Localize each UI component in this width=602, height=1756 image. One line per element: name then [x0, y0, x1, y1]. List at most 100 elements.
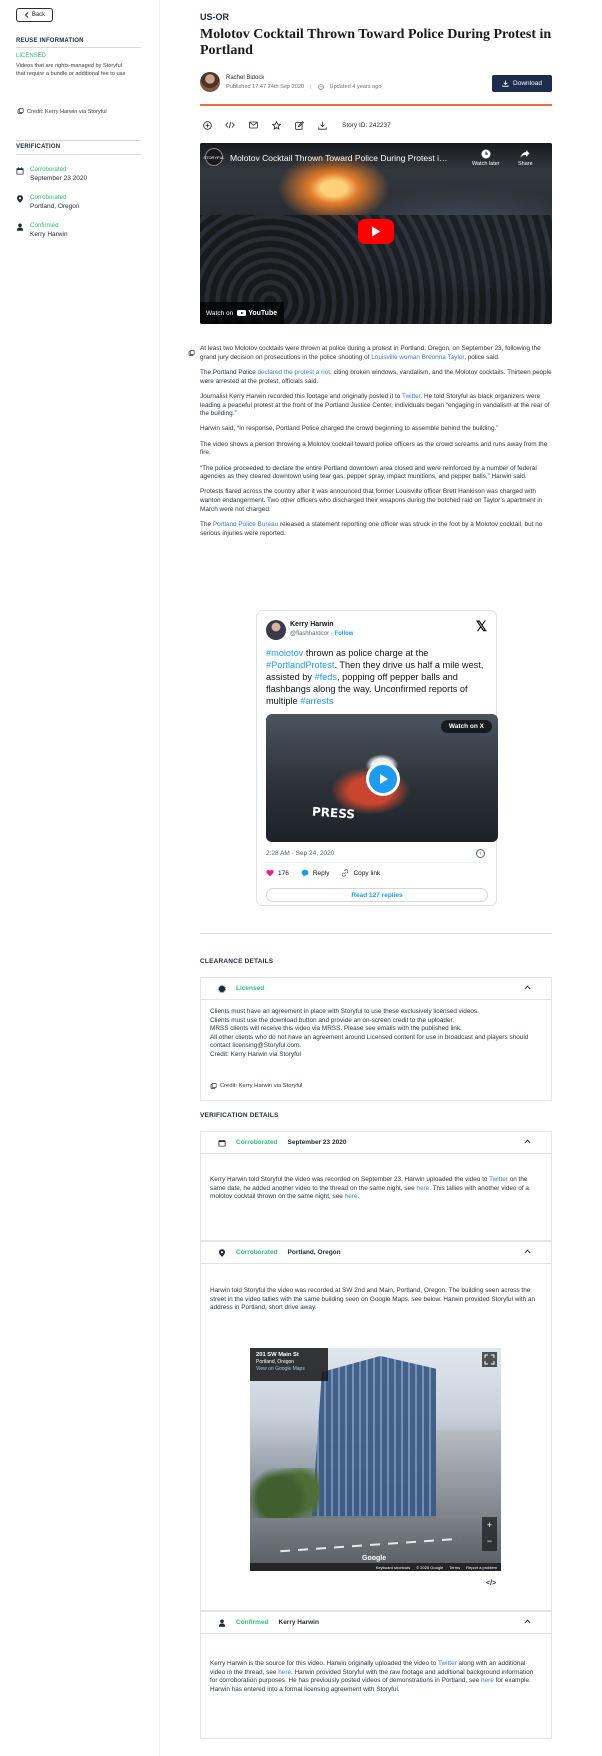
chevron-up-icon[interactable]: [524, 1619, 531, 1624]
map-copyright: © 2025 Google: [416, 1564, 444, 1570]
date-panel-header[interactable]: Corroborated September 23 2020: [201, 1132, 551, 1154]
tweet-author-name[interactable]: Kerry Harwin: [290, 621, 334, 628]
zoom-in-button[interactable]: +: [482, 1517, 497, 1533]
credit-text: Credit: Kerry Harwin via Storyful: [27, 108, 107, 115]
clearance-panel-header[interactable]: Licensed: [201, 978, 551, 1000]
person-icon: [218, 1619, 226, 1627]
here-link[interactable]: here: [481, 1677, 494, 1684]
tweet-text: #molotov thrown as police charge at the …: [266, 647, 488, 707]
watch-later-button[interactable]: Watch later: [472, 149, 500, 167]
back-button[interactable]: Back: [16, 8, 53, 22]
play-button[interactable]: [358, 219, 394, 244]
hashtag-link[interactable]: #PortlandProtest: [266, 660, 334, 670]
map-city: Portland, Oregon: [256, 1359, 295, 1365]
source-panel-header[interactable]: Confirmed Kerry Harwin: [201, 1612, 551, 1634]
report-problem-link[interactable]: Report a problem: [466, 1565, 497, 1570]
download-tray-icon: [317, 121, 327, 130]
chevron-left-icon: [24, 12, 29, 18]
updated-date: Updated 4 years ago: [329, 84, 382, 90]
here-link[interactable]: here: [416, 1185, 429, 1192]
download-icon-button[interactable]: [315, 119, 329, 131]
body-paragraph: Journalist Kerry Harwin recorded this fo…: [200, 393, 552, 419]
twitter-link[interactable]: Twitter: [489, 1176, 508, 1183]
text-run: Journalist Kerry Harwin recorded this fo…: [200, 392, 403, 400]
hashtag-link[interactable]: #arrests: [300, 696, 333, 706]
location-panel-header[interactable]: Corroborated Portland, Oregon: [201, 1242, 551, 1264]
body-paragraph: The Portland Police Bureau released a st…: [200, 521, 552, 538]
verification-value: September 23 2020: [287, 1139, 347, 1146]
text-run: The Portland Police: [200, 368, 258, 376]
copy-link-button[interactable]: Copy link: [341, 869, 380, 877]
here-link[interactable]: here: [278, 1669, 291, 1676]
share-arrow-icon: [520, 150, 530, 158]
embed-code-button[interactable]: </>: [486, 1580, 496, 1587]
portland-police-bureau-link[interactable]: Portland Police Bureau: [213, 521, 278, 528]
hashtag-link[interactable]: #molotov: [266, 648, 303, 658]
fullscreen-button[interactable]: [482, 1352, 497, 1367]
channel-logo[interactable]: STORYFUL: [203, 148, 225, 166]
published-date: Published 17:47 24th Sep 2020: [226, 84, 305, 90]
embed-button[interactable]: [223, 119, 237, 131]
chevron-up-icon[interactable]: [524, 1139, 531, 1144]
verification-status: Confirmed: [30, 222, 59, 229]
zoom-out-button[interactable]: −: [482, 1533, 497, 1549]
email-button[interactable]: [246, 119, 260, 131]
tweet-handle[interactable]: @flashhardcor: [290, 631, 329, 637]
read-replies-button[interactable]: Read 127 replies: [266, 888, 488, 902]
license-status: Licensed: [236, 985, 265, 992]
view-on-google-maps-link[interactable]: View on Google Maps: [256, 1366, 305, 1372]
hashtag-link[interactable]: #feds: [315, 672, 337, 682]
google-street-view[interactable]: 201 SW Main St Portland, Oregon View on …: [250, 1348, 501, 1571]
credit-text: Credit: Kerry Harwin via Storyful: [220, 1083, 303, 1089]
breonna-taylor-link[interactable]: Louisville woman Breonna Taylor: [371, 354, 464, 361]
download-button[interactable]: Download: [492, 75, 552, 92]
expand-icon: [484, 1354, 495, 1365]
twitter-link[interactable]: Twitter: [438, 1660, 457, 1667]
zoom-controls[interactable]: + −: [482, 1517, 497, 1551]
location-verification-text: Harwin told Storyful the video was recor…: [210, 1287, 536, 1312]
tweet-video[interactable]: PRESS Watch on X: [266, 714, 498, 842]
reply-label: Reply: [312, 869, 330, 877]
x-logo-icon[interactable]: 𝕏: [476, 618, 487, 635]
chevron-up-icon[interactable]: [524, 1249, 531, 1254]
verification-value: Kerry Harwin: [278, 1619, 319, 1626]
clearance-line: All other clients who do not have an agr…: [210, 1033, 529, 1050]
calendar-icon: [218, 1139, 226, 1146]
watch-on-youtube-link[interactable]: Watch on YouTube: [200, 302, 284, 324]
reply-button[interactable]: Reply: [301, 869, 330, 877]
follow-button[interactable]: Follow: [334, 631, 353, 637]
copy-text-icon[interactable]: [188, 350, 195, 357]
keyboard-shortcuts-link[interactable]: Keyboard shortcuts: [376, 1565, 410, 1570]
tweet-avatar[interactable]: [266, 620, 286, 640]
clearance-panel: Licensed Clients must have an agreement …: [200, 977, 552, 1101]
info-icon[interactable]: i: [476, 849, 485, 858]
share-button[interactable]: Share: [518, 149, 533, 167]
verification-value: September 23 2020: [30, 175, 88, 182]
tweet-timestamp[interactable]: 2:28 AM · Sep 24, 2020: [266, 850, 334, 857]
edit-button[interactable]: [292, 119, 306, 131]
reuse-status: LICENSED: [16, 53, 47, 59]
clearance-line: MRSS clients will receive this video via…: [210, 1025, 462, 1033]
video-player[interactable]: STORYFUL Molotov Cocktail Thrown Toward …: [200, 143, 552, 324]
share-label: Share: [518, 161, 533, 167]
riot-declaration-link[interactable]: declared the protest a riot: [258, 369, 330, 376]
add-to-collection-button[interactable]: [200, 119, 214, 131]
twitter-link[interactable]: Twitter: [402, 393, 420, 400]
verification-status: Corroborated: [236, 1249, 278, 1256]
watch-on-x-button[interactable]: Watch on X: [440, 720, 492, 733]
video-title[interactable]: Molotov Cocktail Thrown Toward Police Du…: [230, 153, 450, 163]
divider: [16, 154, 141, 155]
mail-icon: [248, 121, 258, 129]
copyright-icon: [17, 108, 24, 114]
terms-link[interactable]: Terms: [449, 1565, 460, 1570]
chevron-up-icon[interactable]: [524, 985, 531, 990]
accent-divider: [200, 104, 552, 106]
google-logo: Google: [362, 1555, 387, 1562]
text-run: .: [357, 1193, 360, 1201]
favorite-button[interactable]: [269, 119, 283, 131]
map-address-card: 201 SW Main St Portland, Oregon View on …: [250, 1348, 328, 1381]
here-link[interactable]: here: [345, 1193, 358, 1200]
tweet-play-button[interactable]: [366, 762, 400, 796]
clearance-terms: Clients must have an agreement in place …: [210, 1008, 540, 1060]
like-button[interactable]: 176: [266, 869, 289, 877]
